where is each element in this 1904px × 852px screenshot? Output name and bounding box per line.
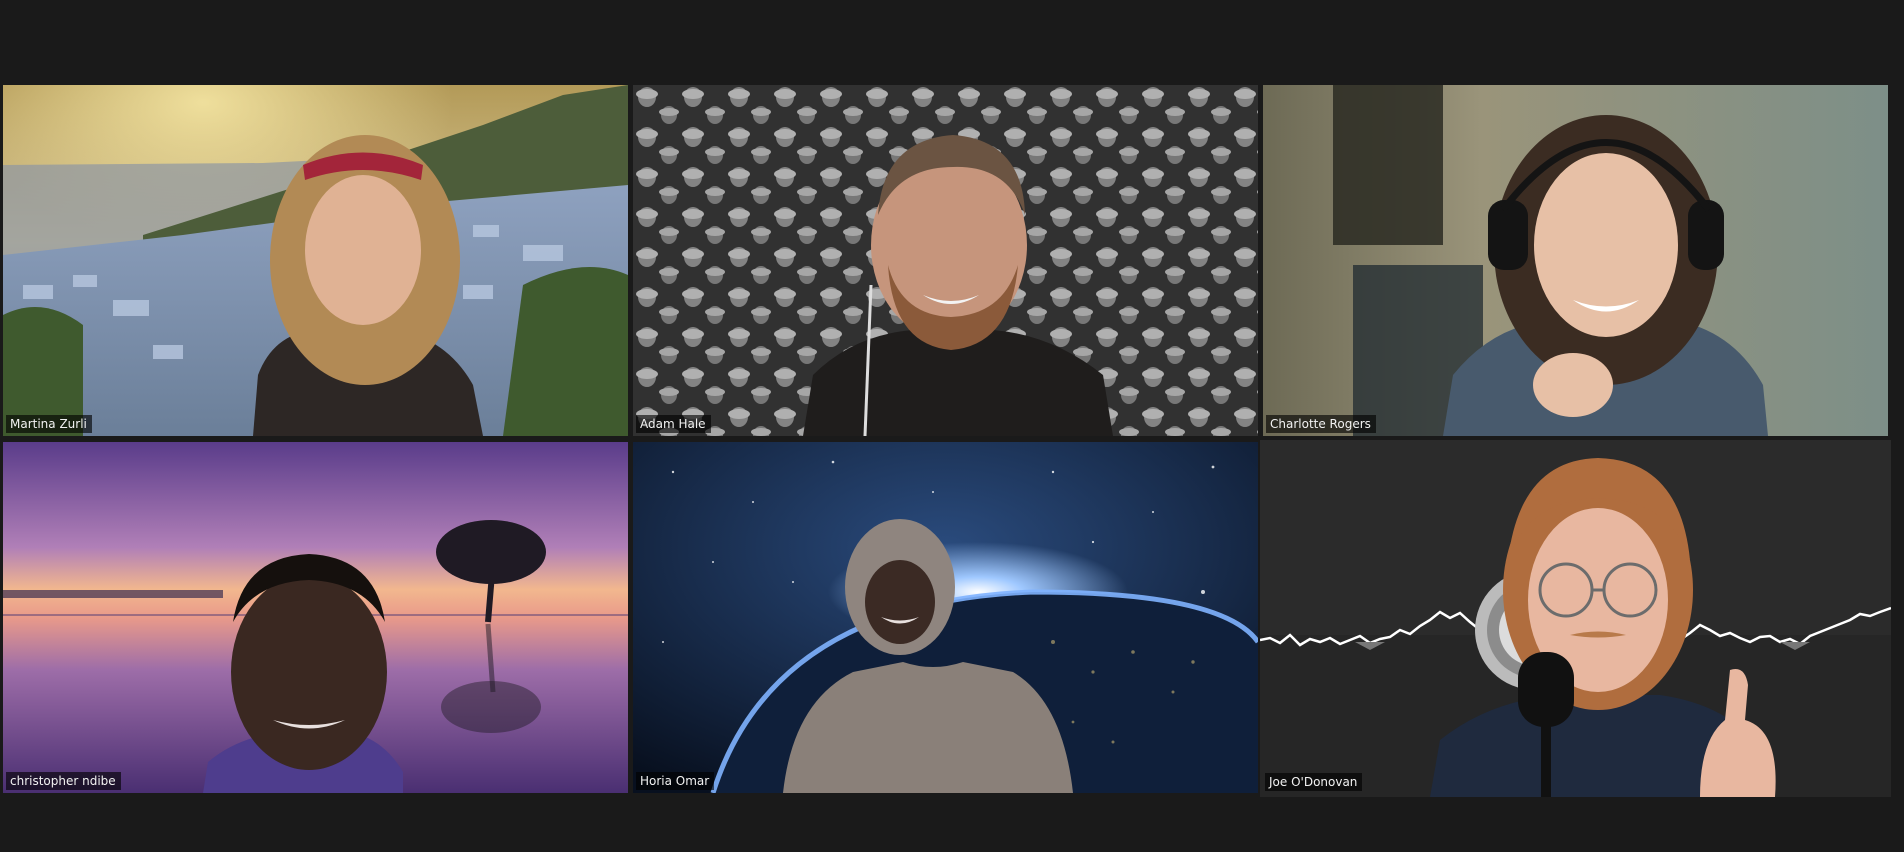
- participant-name: Adam Hale: [636, 415, 711, 433]
- participant-name: Horia Omar: [636, 772, 715, 790]
- video-feed-martina-zurli: [3, 85, 628, 436]
- participant-name: Charlotte Rogers: [1266, 415, 1376, 433]
- participant-name: Martina Zurli: [6, 415, 92, 433]
- participant-name: Joe O'Donovan: [1265, 773, 1363, 791]
- video-tile-martina-zurli[interactable]: Martina Zurli: [3, 85, 628, 436]
- video-tile-joe-odonovan[interactable]: Joe O'Donovan: [1260, 440, 1891, 797]
- video-feed-joe-odonovan: [1260, 440, 1891, 797]
- video-feed-horia-omar: [633, 442, 1258, 793]
- video-feed-charlotte-rogers: [1263, 85, 1888, 436]
- video-feed-adam-hale: [633, 85, 1258, 436]
- video-tile-charlotte-rogers[interactable]: Charlotte Rogers: [1263, 85, 1888, 436]
- video-tile-adam-hale[interactable]: Adam Hale: [633, 85, 1258, 436]
- video-tile-horia-omar[interactable]: Horia Omar: [633, 442, 1258, 793]
- video-tile-christopher-ndibe[interactable]: christopher ndibe: [3, 442, 628, 793]
- participant-name: christopher ndibe: [6, 772, 121, 790]
- gallery-view: Martina Zurli Adam Hale Charlotte Rogers…: [0, 0, 1904, 852]
- video-feed-christopher-ndibe: [3, 442, 628, 793]
